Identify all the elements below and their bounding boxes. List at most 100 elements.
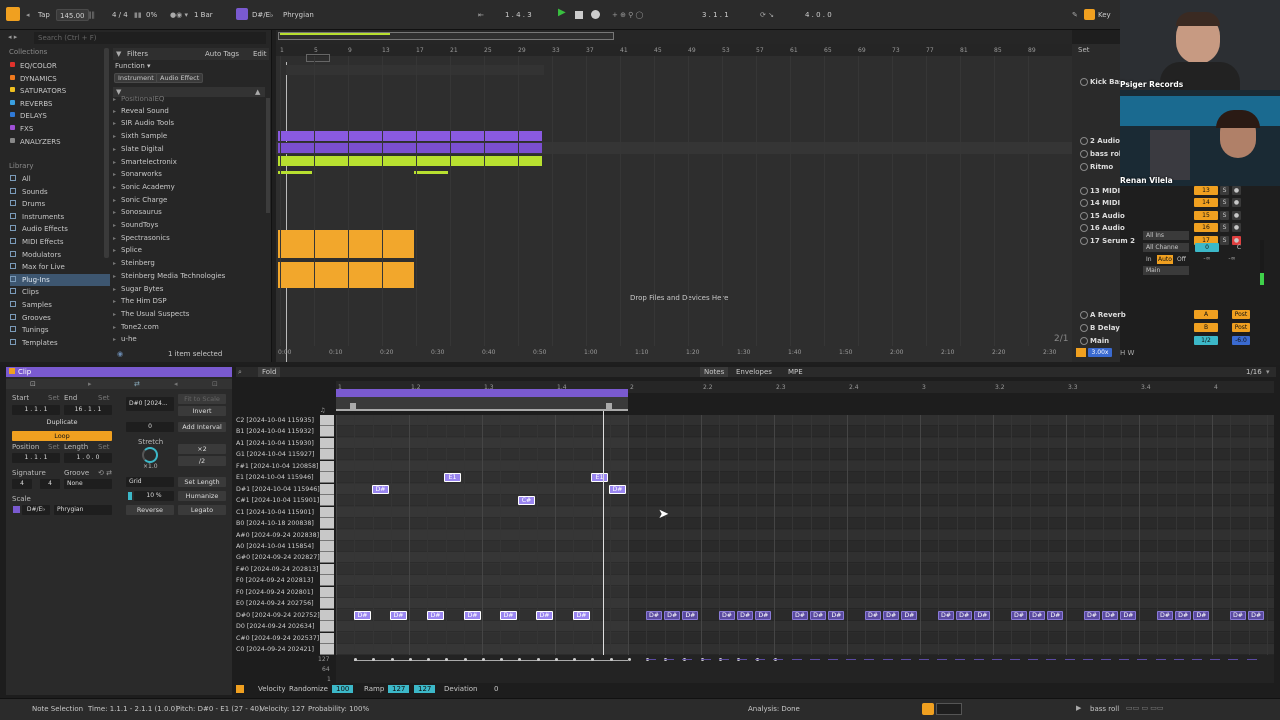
track-header[interactable]: 15 Audio 15 S ● [1076, 210, 1272, 222]
piano-key[interactable] [320, 495, 334, 507]
track-fold-icon[interactable] [1080, 237, 1088, 245]
track-number[interactable]: 16 [1194, 223, 1218, 232]
velocity-toggle-icon[interactable] [236, 685, 244, 693]
library-item[interactable]: Samples [10, 299, 110, 311]
input-channel-select[interactable]: All Channe [1143, 243, 1189, 252]
zoom-icon[interactable] [1076, 348, 1086, 357]
arrangement-view[interactable]: 1 5 9 13 17 21 25 29 33 37 41 45 49 53 57 61 65 69 73 77 81 8… [276, 44, 1072, 362]
monitor-switch[interactable]: In Auto Off [1143, 255, 1189, 264]
plugin-folder[interactable]: Splice [113, 244, 265, 256]
arm-button[interactable]: ● [1232, 223, 1241, 232]
midi-note-looped[interactable]: D# [810, 610, 827, 620]
midi-note[interactable]: D# [500, 610, 517, 620]
collection-item[interactable]: EQ/COLOR [10, 60, 110, 72]
double-button[interactable]: ×2 [178, 444, 226, 454]
track-number[interactable]: 14 [1194, 198, 1218, 207]
invert-button[interactable]: Invert [178, 406, 226, 416]
piano-key[interactable] [320, 415, 334, 426]
keyboard-icon[interactable] [1084, 9, 1095, 20]
add-interval-button[interactable]: Add Interval [178, 422, 226, 432]
library-item[interactable]: Templates [10, 337, 110, 349]
track-fold-icon[interactable] [1080, 78, 1088, 86]
scale-toggle-icon[interactable] [13, 506, 20, 513]
preview-key-icon[interactable]: ♫ [320, 407, 325, 414]
browser-nav-icon[interactable]: ◂ ▸ [8, 33, 17, 41]
scale-root-select[interactable]: D#/E♭ [22, 505, 50, 515]
midi-note-looped[interactable]: D# [1175, 610, 1192, 620]
plugin-folder[interactable]: SIR Audio Tools [113, 117, 265, 129]
velocity-dot[interactable] [536, 658, 540, 661]
velocity-lane[interactable] [336, 655, 1274, 683]
midi-note-looped[interactable]: D# [719, 610, 735, 620]
loop-start[interactable]: 3 . 1 . 1 [702, 9, 729, 21]
track-fold-icon[interactable] [1080, 324, 1088, 332]
midi-note-looped[interactable]: D# [1230, 610, 1246, 620]
velocity-dot[interactable] [609, 658, 613, 661]
piano-key[interactable] [320, 563, 334, 575]
midi-note-looped[interactable]: D# [1193, 610, 1210, 620]
plugin-folder[interactable]: Reveal Sound [113, 105, 265, 117]
midi-note[interactable]: D# [427, 610, 444, 620]
midi-note-looped[interactable]: D# [737, 610, 754, 620]
plugin-folder[interactable]: Tone2.com [113, 321, 265, 333]
piano-key[interactable] [320, 529, 334, 541]
fold-button[interactable]: Fold [258, 367, 281, 377]
drop-zone[interactable]: Drop Files and Devices Here [630, 294, 728, 302]
velocity-dot[interactable] [481, 658, 485, 661]
piano-key[interactable] [320, 426, 334, 438]
length-set-button[interactable]: Set [98, 443, 110, 451]
notes-tab-icon[interactable]: ⇄ [134, 380, 140, 388]
library-item[interactable]: Tunings [10, 324, 110, 336]
nudge-icon[interactable]: ‖‖ [88, 9, 95, 21]
track-fold-icon[interactable] [1080, 311, 1088, 319]
randomize-value[interactable]: 100 [332, 685, 354, 693]
library-item[interactable]: Grooves [10, 312, 110, 324]
stretch-knob[interactable] [142, 447, 158, 463]
track-fold-icon[interactable] [1080, 137, 1088, 145]
library-item[interactable]: Instruments [10, 211, 110, 223]
play-icon[interactable]: ▶ [558, 7, 566, 19]
track-header[interactable]: 13 MIDI 13 S ● [1076, 185, 1272, 197]
piano-key[interactable] [320, 598, 334, 610]
follow-icon[interactable]: ⇤ [478, 9, 484, 21]
quantize-menu[interactable]: 1 Bar [194, 9, 213, 21]
stop-icon[interactable] [575, 11, 583, 19]
track-header[interactable]: 14 MIDI 14 S ● [1076, 197, 1272, 209]
return-track-header[interactable]: B Delay B Post [1076, 322, 1272, 334]
midi-note-looped[interactable]: D# [1084, 610, 1100, 620]
velocity-dot[interactable] [573, 658, 576, 661]
midi-note-looped[interactable]: D# [974, 610, 991, 620]
ramp-start[interactable]: 127 [388, 685, 410, 693]
deviation-value[interactable]: 0 [494, 685, 498, 693]
midi-note-looped[interactable]: D# [664, 610, 681, 620]
plugin-folder[interactable]: Spectrasonics [113, 232, 265, 244]
piano-roll[interactable]: D# E1 C# E1 D# D# D# D# D# D# D# D# D# D# D# D# D# D# D# D#… [336, 415, 1274, 657]
midi-note-looped[interactable]: D# [1248, 610, 1265, 620]
start-end-markers[interactable] [336, 397, 628, 411]
piano-key[interactable] [320, 540, 334, 552]
bar-ruler[interactable]: 1 5 9 13 17 21 25 29 33 37 41 45 49 53 57 61 65 69 73 77 81 8… [276, 44, 1072, 56]
piano-key[interactable] [320, 575, 334, 587]
collection-item[interactable]: FXS [10, 123, 110, 135]
library-item[interactable]: Plug-Ins [10, 273, 110, 286]
velocity-dot[interactable] [390, 658, 394, 661]
post-button[interactable]: Post [1232, 310, 1250, 319]
plugin-folder[interactable]: The Him DSP [113, 295, 265, 307]
loop-icon[interactable]: ⟳ ↘ [760, 9, 774, 21]
scale-icon[interactable] [236, 8, 248, 20]
monitor-in[interactable]: In [1146, 255, 1152, 264]
piano-keys[interactable]: C2 [2024-10-04 115935] B1 [2024-10-04 115… [234, 415, 336, 657]
position-set-button[interactable]: Set [48, 443, 60, 451]
midi-note-looped[interactable]: D# [1029, 610, 1046, 620]
plugin-folder[interactable]: SoundToys [113, 219, 265, 231]
key-map-button[interactable]: Key [1098, 9, 1111, 21]
kick-bass-lane[interactable] [286, 65, 544, 75]
midi-note[interactable]: D# [354, 610, 371, 620]
return-letter[interactable]: B [1194, 323, 1218, 332]
plugin-folder[interactable]: Sonarworks [113, 168, 265, 180]
plugin-folder[interactable]: Sixth Sample [113, 130, 265, 142]
draw-mode-icon[interactable]: ✎ [1072, 9, 1078, 21]
tab-notes[interactable]: Notes [700, 367, 729, 377]
position-field[interactable]: 1 . 1 . 1 [12, 453, 60, 463]
set-length-button[interactable]: Set Length [178, 477, 226, 487]
